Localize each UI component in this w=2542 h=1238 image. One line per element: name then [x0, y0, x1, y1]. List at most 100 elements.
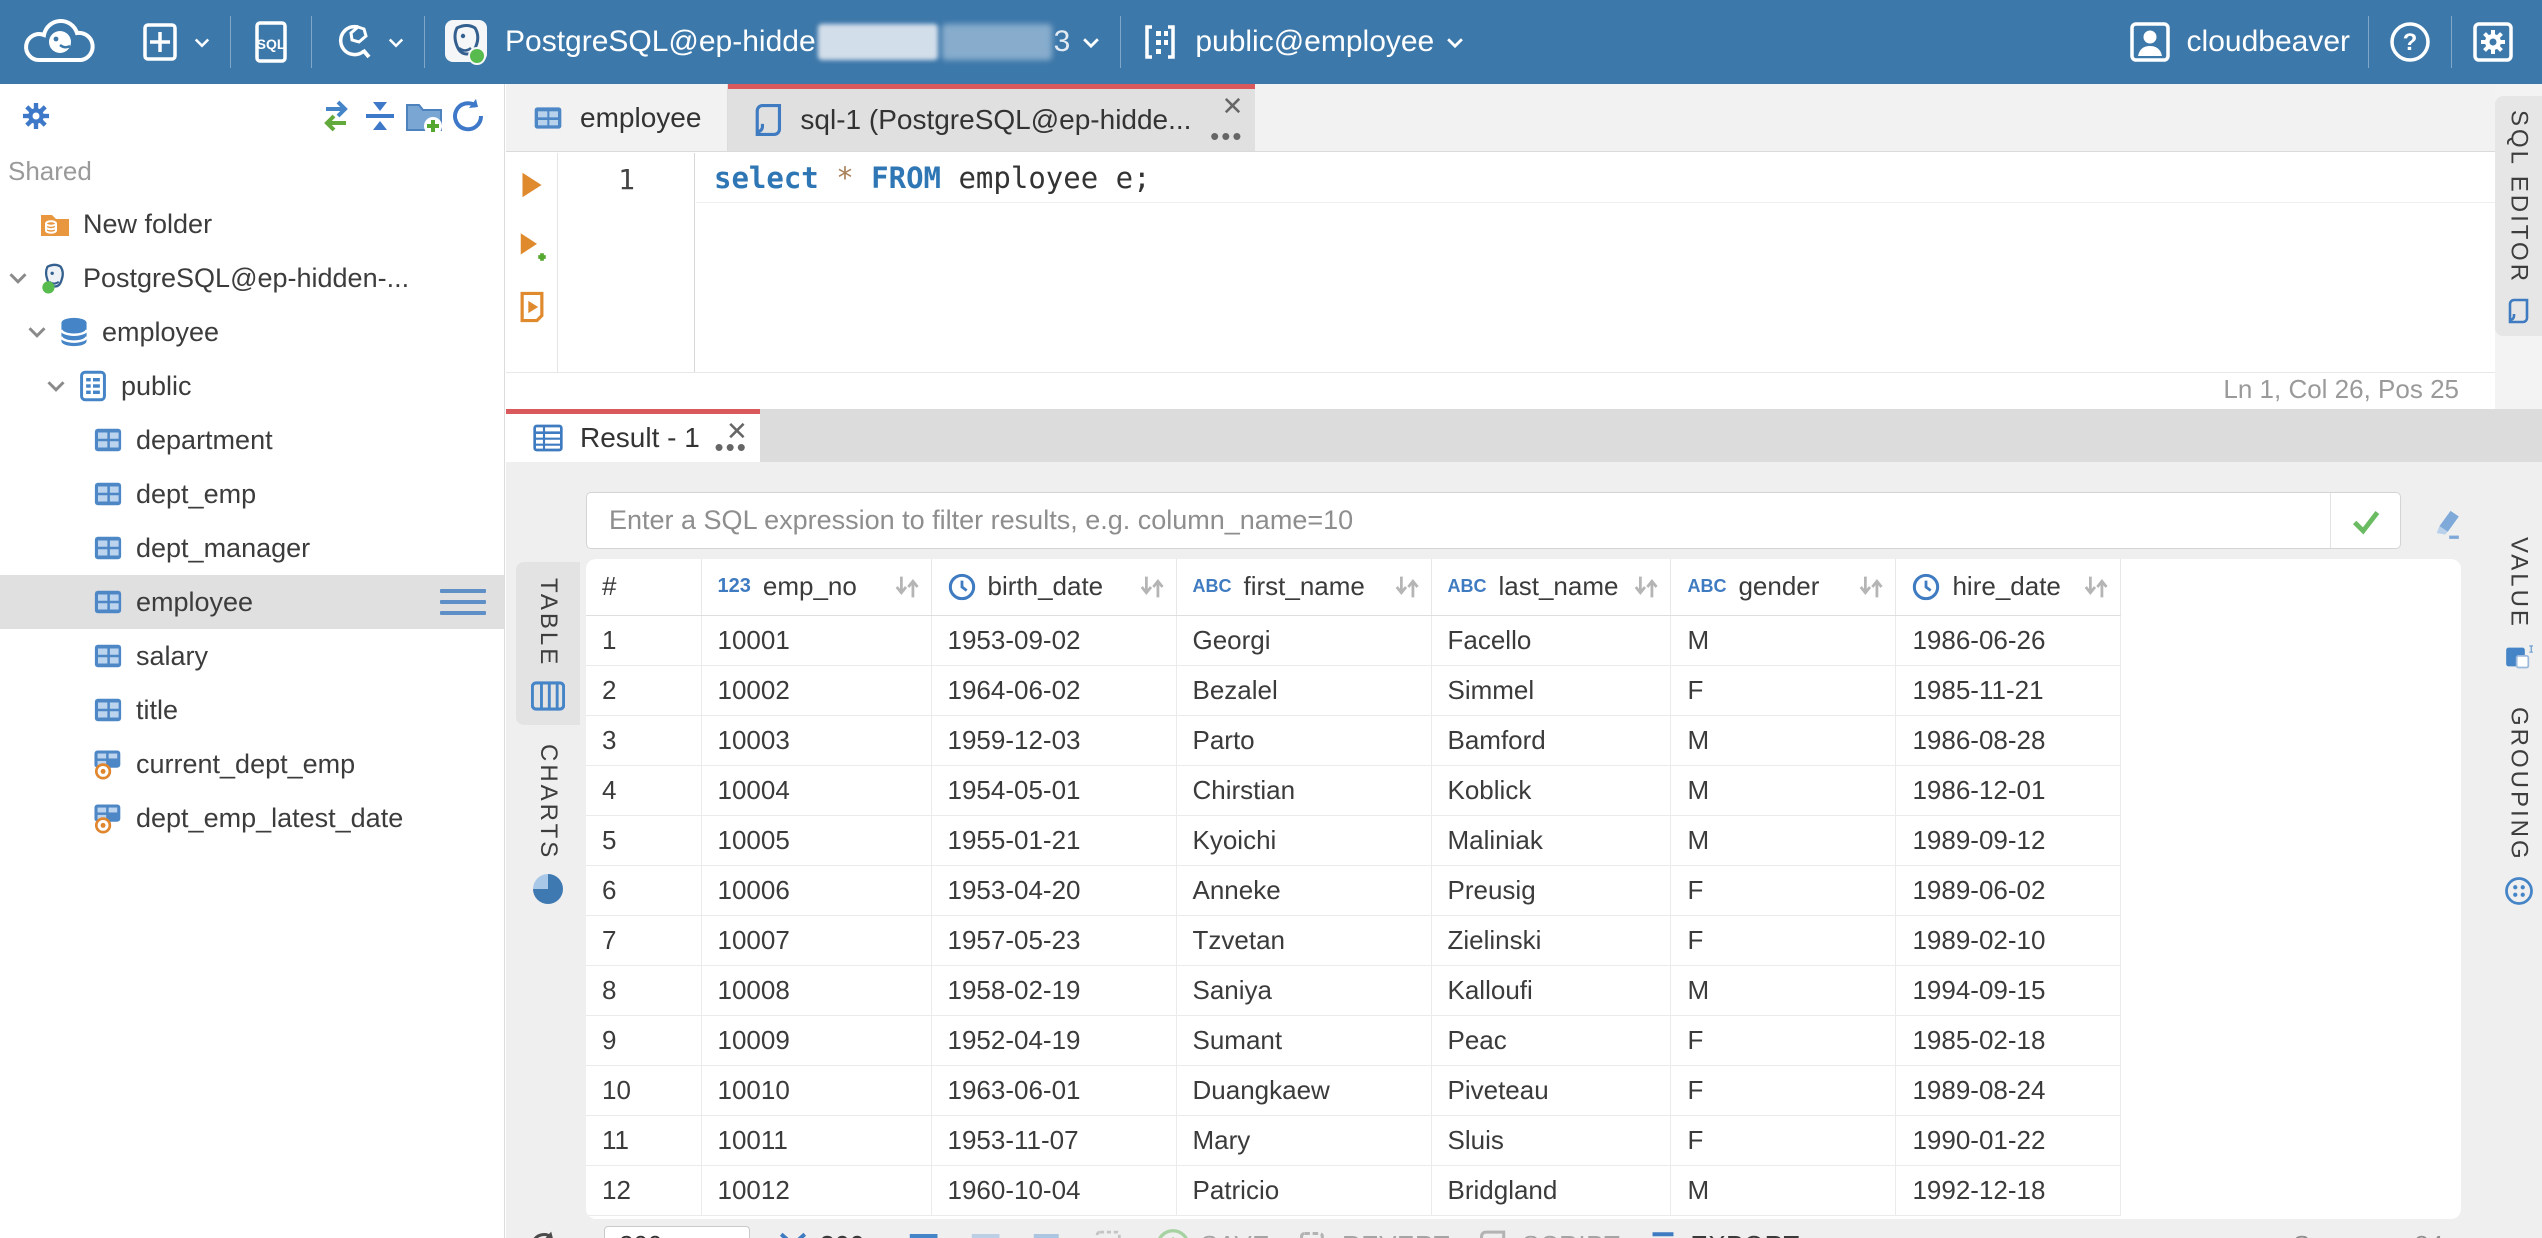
tree-item-public[interactable]: public [0, 359, 504, 413]
tab-menu-icon[interactable]: ••• [715, 434, 748, 460]
tree-item-dept-emp[interactable]: dept_emp [0, 467, 504, 521]
tab-result-1[interactable]: Result - 1 ✕ ••• [506, 409, 760, 462]
data-cell[interactable]: 1986-12-01 [1895, 765, 2122, 816]
data-cell[interactable]: Preusig [1431, 865, 1672, 916]
script-button[interactable]: SCRIPT [1476, 1228, 1620, 1238]
data-cell[interactable]: 1985-02-18 [1895, 1015, 2122, 1066]
sort-icon[interactable] [1630, 572, 1660, 602]
collapse-all-button[interactable] [358, 94, 402, 138]
apply-changes-button[interactable] [1093, 1228, 1129, 1238]
data-cell[interactable]: Duangkaew [1176, 1065, 1432, 1116]
data-cell[interactable]: Parto [1176, 715, 1432, 766]
code-line[interactable]: select * FROM employee e; [696, 153, 2495, 203]
data-cell[interactable]: M [1670, 815, 1897, 866]
clear-filter-button[interactable] [2421, 498, 2469, 546]
column-header-first_name[interactable]: ABC first_name [1176, 559, 1432, 616]
data-cell[interactable]: 10010 [701, 1065, 932, 1116]
tab-sql-editor-panel[interactable]: SQL EDITOR [2495, 96, 2542, 337]
data-cell[interactable]: M [1670, 1165, 1897, 1216]
tree-item-new-folder[interactable]: New folder [0, 197, 504, 251]
data-cell[interactable]: M [1670, 765, 1897, 816]
data-cell[interactable]: 1989-08-24 [1895, 1065, 2122, 1116]
data-cell[interactable]: Sluis [1431, 1115, 1672, 1166]
data-cell[interactable]: Georgi [1176, 615, 1432, 666]
data-cell[interactable]: Tzvetan [1176, 915, 1432, 966]
data-cell[interactable]: Bezalel [1176, 665, 1432, 716]
data-cell[interactable]: M [1670, 965, 1897, 1016]
connection-selector[interactable]: PostgreSQL@ep-hidde 3 [425, 0, 1120, 84]
column-header-last_name[interactable]: ABC last_name [1431, 559, 1672, 616]
data-cell[interactable]: Anneke [1176, 865, 1432, 916]
tab-grouping-panel[interactable]: GROUPING [2495, 707, 2542, 906]
execute-new-tab-button[interactable] [506, 223, 558, 271]
tools-menu-button[interactable] [312, 0, 424, 84]
sync-connection-button[interactable] [314, 94, 358, 138]
data-cell[interactable]: Chirstian [1176, 765, 1432, 816]
tab-employee[interactable]: employee [506, 84, 729, 151]
new-connection-button[interactable] [120, 0, 230, 84]
execute-script-button[interactable] [506, 283, 558, 331]
apply-filter-button[interactable] [2330, 493, 2400, 548]
data-cell[interactable]: 10007 [701, 915, 932, 966]
data-cell[interactable]: 10002 [701, 665, 932, 716]
data-cell[interactable]: 1986-06-26 [1895, 615, 2122, 666]
data-cell[interactable]: Facello [1431, 615, 1672, 666]
export-button[interactable]: EXPORT [1646, 1229, 1799, 1238]
tree-item-postgresql-ep-hidden-[interactable]: PostgreSQL@ep-hidden-... [0, 251, 504, 305]
revert-button[interactable]: REVERT [1296, 1228, 1450, 1238]
sidebar-settings-button[interactable] [14, 94, 58, 138]
data-cell[interactable]: Patricio [1176, 1165, 1432, 1216]
data-cell[interactable]: 10001 [701, 615, 932, 666]
data-cell[interactable]: 10011 [701, 1115, 932, 1166]
sort-icon[interactable] [2080, 572, 2110, 602]
refresh-tree-button[interactable] [446, 94, 490, 138]
data-cell[interactable]: F [1670, 665, 1897, 716]
data-cell[interactable]: 10008 [701, 965, 932, 1016]
data-cell[interactable]: 1953-11-07 [931, 1115, 1177, 1166]
data-cell[interactable]: Peac [1431, 1015, 1672, 1066]
data-cell[interactable]: Maliniak [1431, 815, 1672, 866]
data-cell[interactable]: 1959-12-03 [931, 715, 1177, 766]
tab-table-presentation[interactable]: TABLE [516, 562, 580, 726]
save-button[interactable]: SAVE [1155, 1228, 1270, 1238]
data-cell[interactable]: 1955-01-21 [931, 815, 1177, 866]
tab-menu-icon[interactable]: ••• [1210, 123, 1243, 149]
data-cell[interactable]: Sumant [1176, 1015, 1432, 1066]
app-logo[interactable] [0, 0, 120, 84]
column-header-birth_date[interactable]: birth_date [931, 559, 1177, 616]
delete-row-button[interactable] [1031, 1228, 1067, 1238]
drag-handle-icon[interactable] [440, 589, 486, 622]
data-cell[interactable]: Piveteau [1431, 1065, 1672, 1116]
tree-item-employee[interactable]: employee [0, 305, 504, 359]
data-cell[interactable]: 1958-02-19 [931, 965, 1177, 1016]
data-cell[interactable]: Kyoichi [1176, 815, 1432, 866]
data-cell[interactable]: 10003 [701, 715, 932, 766]
data-cell[interactable]: F [1670, 1015, 1897, 1066]
sql-editor-button[interactable]: SQL [231, 0, 311, 84]
help-button[interactable]: ? [2369, 0, 2451, 84]
close-icon[interactable]: ✕ [1222, 93, 1244, 119]
data-cell[interactable]: 1960-10-04 [931, 1165, 1177, 1216]
data-cell[interactable]: F [1670, 1065, 1897, 1116]
tab-value-panel[interactable]: VALUE I [2495, 537, 2542, 671]
chevron-down-icon[interactable] [24, 319, 50, 345]
sort-icon[interactable] [891, 572, 921, 602]
tree-item-dept-emp-latest-date[interactable]: dept_emp_latest_date [0, 791, 504, 845]
filter-input[interactable] [587, 505, 2330, 536]
settings-button[interactable] [2452, 0, 2542, 84]
data-cell[interactable]: 1989-06-02 [1895, 865, 2122, 916]
data-cell[interactable]: 10009 [701, 1015, 932, 1066]
add-row-button[interactable] [907, 1228, 943, 1238]
tree-item-department[interactable]: department [0, 413, 504, 467]
data-cell[interactable]: F [1670, 865, 1897, 916]
data-cell[interactable]: 1964-06-02 [931, 665, 1177, 716]
column-header-gender[interactable]: ABC gender [1670, 559, 1897, 616]
data-cell[interactable]: M [1670, 615, 1897, 666]
fetch-more-button[interactable]: 200+ [776, 1229, 881, 1238]
chevron-down-icon[interactable] [43, 373, 69, 399]
tree-item-title[interactable]: title [0, 683, 504, 737]
data-cell[interactable]: 1992-12-18 [1895, 1165, 2122, 1216]
sort-icon[interactable] [1391, 572, 1421, 602]
data-cell[interactable]: Bamford [1431, 715, 1672, 766]
data-cell[interactable]: 1994-09-15 [1895, 965, 2122, 1016]
